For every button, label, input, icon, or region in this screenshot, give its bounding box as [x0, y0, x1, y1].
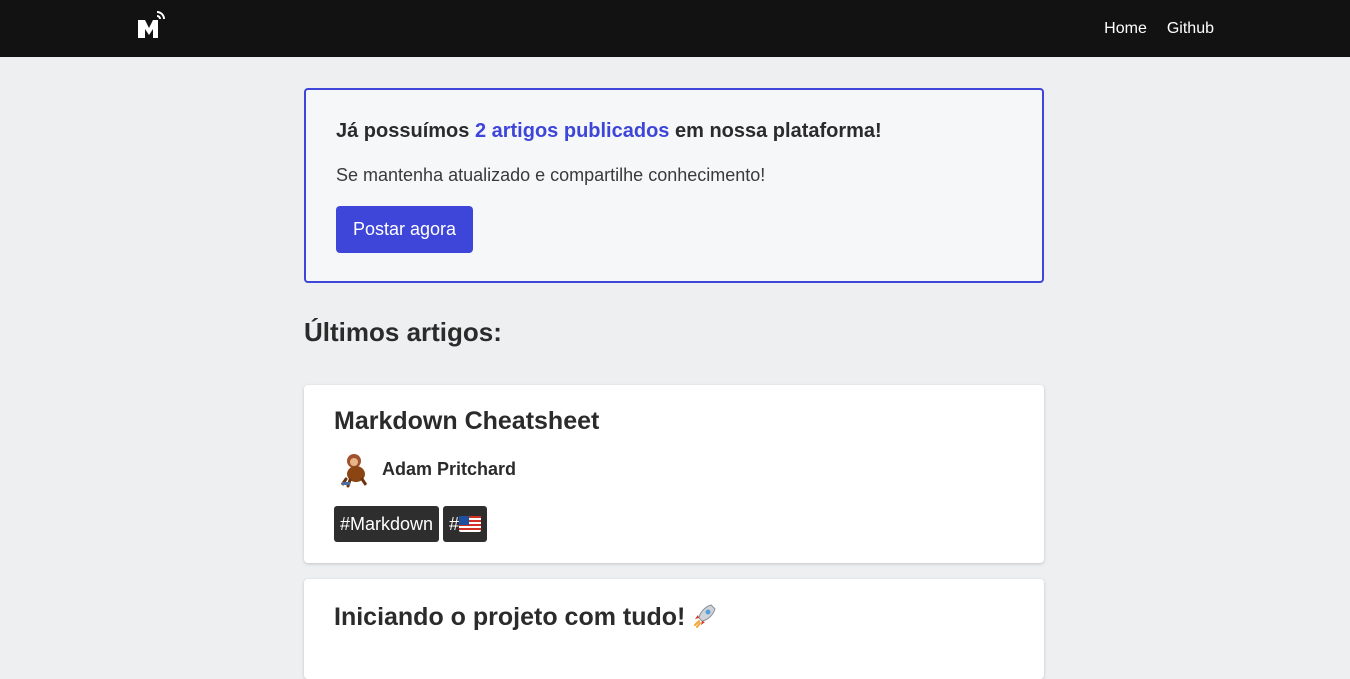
nav-links: Home Github	[1104, 0, 1214, 57]
us-flag-icon	[459, 516, 482, 532]
tag-us-flag[interactable]: #	[443, 506, 488, 542]
rocket-icon	[694, 604, 716, 628]
article-title[interactable]: Markdown Cheatsheet	[334, 407, 1014, 436]
article-tags: #Markdown #	[334, 506, 1014, 542]
main-content: Já possuímos 2 artigos publicados em nos…	[304, 88, 1044, 679]
navbar: Home Github	[0, 0, 1350, 57]
hero-subtitle: Se mantenha atualizado e compartilhe con…	[336, 165, 766, 185]
hero-banner: Já possuímos 2 artigos publicados em nos…	[304, 88, 1044, 283]
hero-article-count: 2 artigos publicados	[474, 120, 670, 142]
hero-title-end: em nossa plataforma!	[669, 120, 882, 142]
post-now-button[interactable]: Postar agora	[336, 206, 474, 253]
latest-articles-heading: Últimos artigos:	[304, 317, 502, 347]
tag-markdown[interactable]: #Markdown	[334, 506, 440, 542]
article-author: Adam Pritchard	[334, 449, 1014, 489]
article-title-text: Iniciando o projeto com tudo!	[334, 603, 686, 631]
article-card[interactable]: Iniciando o projeto com tudo!	[304, 579, 1044, 679]
hero-title: Já possuímos 2 artigos publicados em nos…	[336, 120, 1012, 143]
tag-hash: #	[449, 514, 460, 534]
author-avatar	[334, 449, 374, 489]
article-title[interactable]: Iniciando o projeto com tudo!	[334, 601, 1014, 632]
article-card[interactable]: Markdown Cheatsheet Adam Pritchard #Mark…	[304, 385, 1044, 563]
nav-home-link[interactable]: Home	[1104, 20, 1147, 38]
m-logo-icon[interactable]	[136, 8, 168, 40]
nav-github-link[interactable]: Github	[1167, 20, 1214, 38]
author-name[interactable]: Adam Pritchard	[382, 459, 516, 480]
hero-title-start: Já possuímos	[336, 120, 475, 142]
